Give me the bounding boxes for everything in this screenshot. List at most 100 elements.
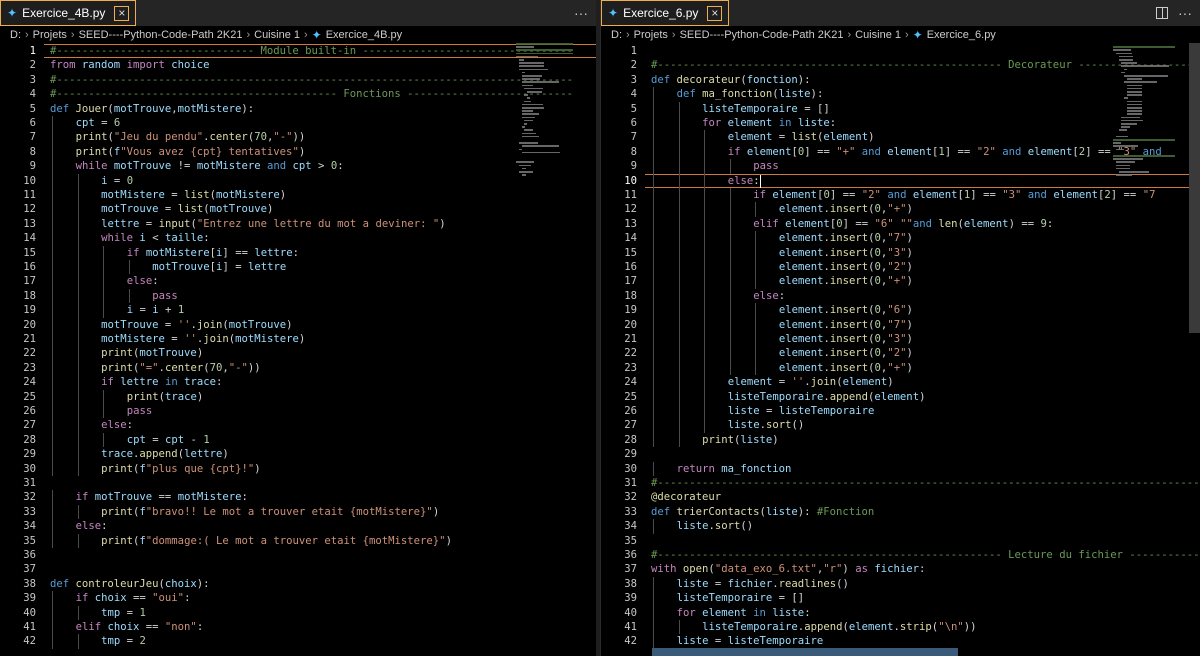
minimap[interactable] (516, 43, 588, 203)
code-line[interactable]: 7 print("Jeu du pendu".center(70,"-")) (0, 130, 596, 145)
code-line[interactable]: 30 return ma_fonction (601, 461, 1200, 476)
code-line[interactable]: 23 print("=".center(70,"-")) (0, 360, 596, 376)
code-line[interactable]: 9 while motTrouve != motMistere and cpt … (0, 159, 596, 174)
scrollbar[interactable] (1189, 43, 1200, 333)
code-line[interactable]: 13 lettre = input("Entrez une lettre du … (0, 216, 596, 232)
code-line[interactable]: 15 element.insert(0,"3") (601, 245, 1200, 260)
code-line[interactable]: 41 elif choix == "non": (0, 620, 596, 635)
code-line[interactable]: 37 (0, 562, 596, 576)
code-line[interactable]: 6 cpt = 6 (0, 116, 596, 131)
code-line[interactable]: 37 with open("data_exo_6.txt","r") as fic… (601, 562, 1200, 576)
tab-exercice-4b[interactable]: ✦ Exercice_4B.py × (0, 0, 137, 26)
code-editor[interactable]: 1 #------------------------------- Module… (0, 43, 596, 656)
split-editor-icon[interactable] (1156, 7, 1168, 19)
breadcrumb-item[interactable]: D: (10, 29, 21, 41)
code-line[interactable]: 20 motTrouve = ''.join(motTrouve) (0, 317, 596, 332)
code-line[interactable]: 18 else: (601, 288, 1200, 304)
code-line[interactable]: 11 if element[0] == "2" and element[1] =… (601, 188, 1200, 203)
code-line[interactable]: 5 listeTemporaire = [] (601, 101, 1200, 116)
breadcrumb-item[interactable]: Projets (33, 29, 67, 41)
code-line[interactable]: 17 element.insert(0,"+") (601, 274, 1200, 289)
close-tab-icon[interactable]: × (114, 5, 130, 21)
code-line[interactable]: 15 if motMistere[i] == lettre: (0, 245, 596, 260)
code-line[interactable]: 24 element = ''.join(element) (601, 375, 1200, 390)
code-line[interactable]: 2 from random import choice (0, 58, 596, 72)
code-line[interactable]: 16 motTrouve[i] = lettre (0, 260, 596, 275)
breadcrumb-item[interactable]: Cuisine 1 (254, 29, 300, 41)
code-line[interactable]: 2 #--------------------------------------… (601, 58, 1200, 72)
code-line[interactable]: 32 @decorateur (601, 490, 1200, 504)
code-line[interactable]: 38 liste = fichier.readlines() (601, 576, 1200, 592)
code-line[interactable]: 31 #-------------------------------------… (601, 476, 1200, 490)
code-line[interactable]: 20 element.insert(0,"7") (601, 317, 1200, 332)
code-line[interactable]: 21 element.insert(0,"3") (601, 332, 1200, 347)
horizontal-scrollbar[interactable] (652, 648, 958, 656)
breadcrumb-item[interactable]: Projets (634, 29, 668, 41)
code-line[interactable]: 5 def Jouer(motTrouve,motMistere): (0, 102, 596, 116)
code-line[interactable]: 12 element.insert(0,"+") (601, 202, 1200, 217)
code-line[interactable]: 21 motMistere = ''.join(motMistere) (0, 332, 596, 347)
code-line[interactable]: 3 def decorateur(fonction): (601, 73, 1200, 87)
code-line[interactable]: 26 liste = listeTemporaire (601, 404, 1200, 419)
breadcrumb-item[interactable]: Cuisine 1 (855, 29, 901, 41)
code-line[interactable]: 1 #------------------------------- Module… (0, 44, 596, 59)
code-line[interactable]: 18 pass (0, 288, 596, 304)
breadcrumb-item[interactable]: SEED----Python-Code-Path 2K21 (79, 29, 243, 41)
code-line[interactable]: 34 liste.sort() (601, 519, 1200, 534)
code-line[interactable]: 33 def trierContacts(liste): #Fonction (601, 505, 1200, 519)
code-line[interactable]: 38 def controleurJeu(choix): (0, 577, 596, 591)
more-actions-icon[interactable]: ··· (574, 5, 588, 21)
close-tab-icon[interactable]: × (707, 5, 723, 21)
code-line[interactable]: 40 for element in liste: (601, 605, 1200, 620)
breadcrumb-item[interactable]: SEED----Python-Code-Path 2K21 (680, 29, 844, 41)
code-line[interactable]: 1 (601, 44, 1200, 58)
code-line[interactable]: 28 print(liste) (601, 432, 1200, 448)
breadcrumb-item[interactable]: D: (611, 29, 622, 41)
code-line[interactable]: 35 (601, 534, 1200, 548)
code-line[interactable]: 29 trace.append(lettre) (0, 447, 596, 462)
code-line[interactable]: 25 listeTemporaire.append(element) (601, 389, 1200, 404)
code-line[interactable]: 19 i = i + 1 (0, 303, 596, 318)
code-line[interactable]: 14 while i < taille: (0, 231, 596, 246)
code-editor[interactable]: 1 2 #-------------------------------------… (601, 43, 1200, 656)
code-line[interactable]: 22 element.insert(0,"2") (601, 346, 1200, 361)
code-line[interactable]: 4 def ma_fonction(liste): (601, 87, 1200, 102)
code-line[interactable]: 41 listeTemporaire.append(element.strip(… (601, 620, 1200, 635)
code-line[interactable]: 31 (0, 476, 596, 490)
code-line[interactable]: 27 else: (0, 418, 596, 433)
code-line[interactable]: 9 pass (601, 159, 1200, 174)
code-line[interactable]: 6 for element in liste: (601, 116, 1200, 131)
code-line[interactable]: 10 else: (601, 173, 1200, 188)
code-line[interactable]: 42 tmp = 2 (0, 634, 596, 649)
code-line[interactable]: 39 if choix == "oui": (0, 591, 596, 606)
code-line[interactable]: 29 (601, 447, 1200, 461)
code-line[interactable]: 14 element.insert(0,"7") (601, 231, 1200, 246)
code-line[interactable]: 19 element.insert(0,"6") (601, 303, 1200, 318)
code-line[interactable]: 16 element.insert(0,"2") (601, 260, 1200, 275)
code-line[interactable]: 39 listeTemporaire = [] (601, 591, 1200, 606)
tab-exercice-6[interactable]: ✦ Exercice_6.py × (601, 0, 730, 26)
code-line[interactable]: 11 motMistere = list(motMistere) (0, 188, 596, 203)
code-line[interactable]: 36 (0, 548, 596, 562)
code-line[interactable]: 8 print(f"Vous avez {cpt} tentatives") (0, 144, 596, 160)
code-line[interactable]: 42 liste = listeTemporaire (601, 634, 1200, 649)
code-line[interactable]: 17 else: (0, 274, 596, 289)
code-line[interactable]: 26 pass (0, 404, 596, 419)
minimap[interactable] (1113, 43, 1185, 203)
code-line[interactable]: 30 print(f"plus que {cpt}!") (0, 461, 596, 476)
code-line[interactable]: 32 if motTrouve == motMistere: (0, 490, 596, 505)
code-line[interactable]: 25 print(trace) (0, 389, 596, 404)
code-line[interactable]: 12 motTrouve = list(motTrouve) (0, 202, 596, 217)
code-line[interactable]: 22 print(motTrouve) (0, 346, 596, 361)
code-line[interactable]: 7 element = list(element) (601, 130, 1200, 145)
code-line[interactable]: 28 cpt = cpt - 1 (0, 432, 596, 448)
code-line[interactable]: 3 #--------------------------------------… (0, 73, 596, 87)
code-line[interactable]: 23 element.insert(0,"+") (601, 360, 1200, 376)
code-line[interactable]: 8 if element[0] == "+" and element[1] ==… (601, 144, 1200, 160)
code-line[interactable]: 35 print(f"dommage:( Le mot a trouver et… (0, 533, 596, 548)
code-line[interactable]: 40 tmp = 1 (0, 605, 596, 620)
code-line[interactable]: 24 if lettre in trace: (0, 375, 596, 390)
code-line[interactable]: 33 print(f"bravo!! Le mot a trouver etai… (0, 504, 596, 520)
code-line[interactable]: 4 #--------------------------------------… (0, 87, 596, 101)
code-line[interactable]: 10 i = 0 (0, 173, 596, 188)
